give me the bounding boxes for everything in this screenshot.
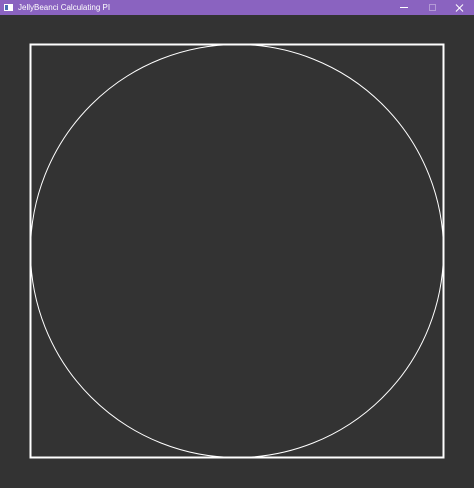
- drawing-canvas: [29, 43, 445, 459]
- close-icon: [456, 4, 464, 12]
- maximize-icon: [428, 4, 436, 11]
- minimize-button[interactable]: [390, 0, 418, 15]
- app-icon: [4, 4, 13, 11]
- bounding-square: [29, 43, 445, 459]
- title-bar[interactable]: JellyBeanci Calculating PI: [0, 0, 474, 15]
- window-title: JellyBeanci Calculating PI: [18, 3, 111, 12]
- maximize-button: [418, 0, 446, 15]
- inscribed-circle: [30, 44, 444, 458]
- minimize-icon: [400, 7, 408, 8]
- app-window: JellyBeanci Calculating PI: [0, 0, 474, 488]
- close-button[interactable]: [446, 0, 474, 15]
